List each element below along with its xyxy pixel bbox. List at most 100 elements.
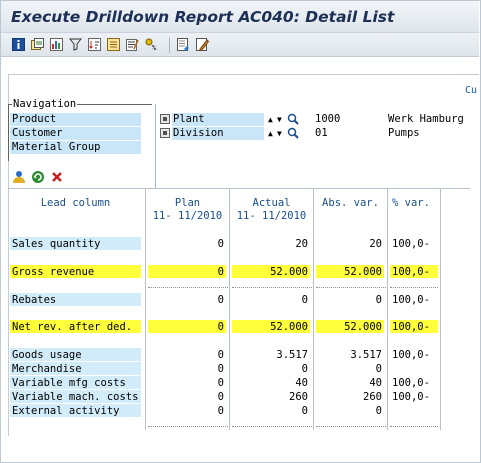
plan-cell: 0 [148, 265, 226, 278]
application-toolbar: % [1, 33, 479, 57]
magnifier-icon[interactable] [287, 127, 299, 139]
actual-cell: 40 [232, 376, 310, 389]
pct-var-cell: 100,0- [390, 237, 438, 250]
table-row-rebates[interactable]: Rebates 0 0 0 100,0- [0, 293, 481, 307]
plan-cell: 0 [148, 362, 226, 375]
truncated-header-text: Cu [464, 85, 477, 96]
lead-column-header[interactable]: Lead column [10, 197, 141, 210]
pct-var-column-header[interactable]: % var. [388, 197, 440, 210]
abs-var-cell: 52.000 [316, 320, 384, 333]
table-row-external-activity[interactable]: External activity 0 0 0 [0, 404, 481, 418]
nav-item-product[interactable]: Product [10, 113, 141, 126]
pct-var-cell: 100,0- [390, 265, 438, 278]
plan-column-header[interactable]: Plan [146, 197, 229, 210]
dotted-separator [232, 287, 312, 288]
characteristic-label[interactable]: Division [172, 127, 264, 140]
detail-icon[interactable] [31, 38, 44, 51]
navigation-title: Navigation [12, 98, 78, 110]
user-navigate-icon[interactable] [12, 170, 26, 184]
actual-cell: 52.000 [232, 320, 310, 333]
dotted-separator [390, 426, 438, 427]
plan-cell: 0 [148, 390, 226, 403]
delete-icon[interactable] [50, 170, 64, 184]
actual-cell: 3.517 [232, 348, 310, 361]
actual-column-header[interactable]: Actual [230, 197, 313, 210]
row-label: Sales quantity [10, 237, 141, 250]
abs-var-cell: 52.000 [316, 265, 384, 278]
pct-var-cell [390, 362, 438, 375]
pct-var-cell: 100,0- [390, 320, 438, 333]
toolbar-separator [169, 37, 170, 53]
dotted-separator [316, 426, 386, 427]
refresh-icon[interactable] [31, 170, 45, 184]
abs-var-cell: 0 [316, 362, 384, 375]
dotted-separator [232, 426, 312, 427]
settings-icon[interactable]: % [145, 38, 162, 51]
abs-var-cell: 0 [316, 293, 384, 306]
table-row-net-revenue[interactable]: Net rev. after ded. 0 52.000 52.000 100,… [0, 320, 481, 334]
print-icon[interactable] [177, 38, 190, 51]
row-label: External activity [10, 404, 141, 417]
characteristic-value: 01 [315, 127, 328, 139]
table-row-variable-mfg-costs[interactable]: Variable mfg costs 0 40 40 100,0- [0, 376, 481, 390]
actual-cell: 0 [232, 404, 310, 417]
table-row-gross-revenue[interactable]: Gross revenue 0 52.000 52.000 100,0- [0, 265, 481, 279]
characteristic-row-division: Division ▲ ▼ 01 Pumps [160, 127, 460, 140]
magnifier-icon[interactable] [287, 113, 299, 125]
info-icon[interactable] [12, 38, 25, 51]
characteristic-select-checkbox[interactable] [160, 128, 170, 138]
pct-var-cell [390, 404, 438, 417]
row-label: Variable mach. costs [10, 390, 141, 403]
actual-cell: 0 [232, 362, 310, 375]
characteristic-select-checkbox[interactable] [160, 114, 170, 124]
dotted-separator [390, 287, 438, 288]
row-label: Merchandise [10, 362, 141, 375]
table-row-variable-mach-costs[interactable]: Variable mach. costs 0 260 260 100,0- [0, 390, 481, 404]
previous-value-icon[interactable]: ▲ [268, 113, 273, 126]
table-row-goods-usage[interactable]: Goods usage 0 3.517 3.517 100,0- [0, 348, 481, 362]
characteristic-value: 1000 [315, 113, 341, 125]
plan-cell: 0 [148, 376, 226, 389]
plan-cell: 0 [148, 348, 226, 361]
actual-cell: 260 [232, 390, 310, 403]
edit-icon[interactable] [196, 38, 209, 51]
dotted-separator [316, 287, 386, 288]
plan-cell: 0 [148, 293, 226, 306]
dotted-separator [148, 287, 228, 288]
nav-item-material-group[interactable]: Material Group [10, 141, 141, 154]
abs-var-cell: 40 [316, 376, 384, 389]
abs-var-cell: 3.517 [316, 348, 384, 361]
actual-column-period: 11- 11/2010 [236, 210, 307, 222]
svg-text:%: % [152, 44, 157, 51]
nav-item-customer[interactable]: Customer [10, 127, 141, 140]
table-row-sales-quantity[interactable]: Sales quantity 0 20 20 100,0- [0, 237, 481, 251]
table-top-border [8, 188, 470, 189]
chart-icon[interactable] [50, 38, 63, 51]
characteristic-description: Pumps [388, 127, 420, 139]
characteristic-label[interactable]: Plant [172, 113, 264, 126]
plan-column-period: 11- 11/2010 [152, 210, 223, 222]
table-row-merchandise[interactable]: Merchandise 0 0 0 [0, 362, 481, 376]
pct-var-cell: 100,0- [390, 376, 438, 389]
window-title: Execute Drilldown Report AC040: Detail L… [11, 8, 395, 26]
actual-cell: 52.000 [232, 265, 310, 278]
row-label: Goods usage [10, 348, 141, 361]
export-icon[interactable] [107, 38, 120, 51]
next-value-icon[interactable]: ▼ [277, 113, 282, 126]
navigation-divider [155, 104, 156, 188]
filter-icon[interactable] [69, 38, 82, 51]
layout-icon[interactable] [126, 38, 139, 51]
plan-cell: 0 [148, 320, 226, 333]
actual-cell: 0 [232, 293, 310, 306]
abs-var-cell: 260 [316, 390, 384, 403]
pct-var-cell: 100,0- [390, 390, 438, 403]
row-label: Variable mfg costs [10, 376, 141, 389]
dotted-separator [148, 426, 228, 427]
abs-var-column-header[interactable]: Abs. var. [314, 197, 387, 210]
sort-icon[interactable] [88, 38, 101, 51]
characteristic-description: Werk Hamburg [388, 113, 464, 125]
title-bar: Execute Drilldown Report AC040: Detail L… [1, 1, 479, 33]
previous-value-icon[interactable]: ▲ [268, 127, 273, 140]
row-label: Rebates [10, 293, 141, 306]
next-value-icon[interactable]: ▼ [277, 127, 282, 140]
